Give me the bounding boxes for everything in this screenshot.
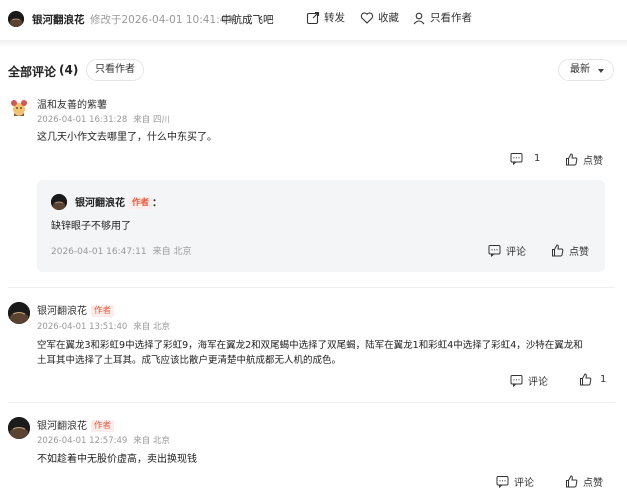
reply-text: 缺锌眼子不够用了 (51, 221, 131, 232)
comment-time: 2026-04-01 16:31:28 (37, 115, 128, 125)
post-modified-time: 修改于2026-04-01 10:41:49 (90, 14, 234, 26)
chevron-down-icon (598, 69, 604, 73)
comment-icon (496, 476, 509, 488)
comment-meta: 2026-04-01 12:57:49 来自 北京 (37, 434, 170, 446)
comment-meta: 2026-04-01 16:31:28 来自 四川 (37, 113, 170, 125)
comment-icon (510, 153, 523, 165)
comment-username[interactable]: 银河翻浪花 作者 (37, 302, 115, 317)
author-only-label: 只看作者 (430, 12, 472, 24)
comment-username-text: 银河翻浪花 (37, 306, 87, 317)
like-label: 点赞 (583, 156, 603, 167)
comment-username-text: 银河翻浪花 (37, 421, 87, 432)
forum-name[interactable]: 中航成飞吧 (221, 12, 274, 27)
comment-text-line: 土耳其中选择了土耳其。成飞应该比散户更清楚中航成都无人机的成色。 (37, 355, 342, 366)
comment-button[interactable]: 评论 (510, 373, 548, 388)
thumb-up-icon (580, 373, 592, 386)
reply-like-label: 点赞 (569, 247, 589, 258)
reply-location: 来自 北京 (152, 247, 192, 257)
comment-text: 空军在翼龙3和彩虹9中选择了彩虹9，海军在翼龙2和双尾蝎中选择了双尾蝎，陆军在翼… (37, 338, 617, 368)
reply-username[interactable]: 银河翻浪花 作者： (75, 194, 162, 209)
reply-count-button[interactable]: 1 (510, 152, 540, 165)
comment-icon (510, 375, 523, 387)
comment-icon (488, 245, 501, 257)
comment-location: 来自 四川 (133, 115, 170, 125)
comment-time: 2026-04-01 13:51:40 (37, 322, 128, 332)
comments-count: (4) (59, 63, 79, 77)
thumb-up-icon (552, 244, 564, 257)
like-count: 1 (600, 374, 607, 385)
thumb-up-icon (566, 475, 578, 488)
like-button[interactable]: 点赞 (565, 152, 603, 167)
reply-like-button[interactable]: 点赞 (551, 243, 589, 258)
share-button[interactable]: 转发 (306, 10, 345, 25)
author-tag: 作者 (91, 420, 115, 432)
sort-dropdown[interactable]: 最新 (558, 59, 614, 81)
reply-username-text: 银河翻浪花 (75, 198, 125, 209)
comment-label: 评论 (514, 478, 534, 489)
thumb-up-icon (566, 153, 578, 166)
favorite-label: 收藏 (378, 12, 399, 24)
divider (8, 287, 615, 288)
share-label: 转发 (324, 12, 345, 24)
like-button[interactable]: 1 (579, 373, 606, 386)
avatar[interactable] (8, 302, 30, 324)
comment-text: 这几天小作文去哪里了，什么中东买了。 (37, 132, 217, 143)
reply-colon: ： (152, 198, 163, 209)
comment-location: 来自 北京 (133, 436, 170, 446)
comment-meta: 2026-04-01 13:51:40 来自 北京 (37, 320, 170, 332)
comment-location: 来自 北京 (133, 322, 170, 332)
comment-time: 2026-04-01 12:57:49 (37, 436, 128, 446)
comment-label: 评论 (528, 377, 548, 388)
reply-comment-button[interactable]: 评论 (488, 243, 526, 258)
comment-username[interactable]: 温和友善的紫薯 (37, 96, 107, 111)
comment-text: 不如趁着中无股价虚高，卖出换现钱 (37, 454, 197, 465)
heart-icon (360, 11, 374, 24)
author-only-toggle[interactable]: 只看作者 (412, 10, 472, 25)
author-tag: 作者 (91, 305, 115, 317)
divider (8, 402, 615, 403)
post-author-name[interactable]: 银河翻浪花 (32, 12, 85, 27)
comments-author-only-button[interactable]: 只看作者 (86, 59, 144, 81)
favorite-button[interactable]: 收藏 (360, 10, 399, 25)
like-button[interactable]: 点赞 (565, 474, 603, 489)
avatar[interactable] (8, 97, 30, 119)
comments-header: 全部评论 (4) 只看作者 最新 (0, 52, 627, 86)
reply-count: 1 (534, 153, 541, 164)
reply-box: 银河翻浪花 作者： 缺锌眼子不够用了 2026-04-01 16:47:11 来自 … (37, 180, 605, 272)
reply-comment-label: 评论 (506, 247, 526, 258)
top-bar-shadow (0, 40, 627, 48)
comment-username[interactable]: 银河翻浪花 作者 (37, 417, 115, 432)
reply-time: 2026-04-01 16:47:11 (51, 247, 147, 257)
like-label: 点赞 (583, 478, 603, 489)
reply-meta: 2026-04-01 16:47:11 来自 北京 (51, 244, 191, 257)
sort-label: 最新 (570, 64, 590, 75)
author-avatar[interactable] (8, 11, 24, 27)
avatar[interactable] (8, 417, 30, 439)
share-icon (306, 11, 320, 24)
reply-avatar[interactable] (51, 194, 67, 210)
comments-title: 全部评论 (8, 65, 57, 79)
person-icon (413, 12, 425, 24)
comment-button[interactable]: 评论 (496, 474, 534, 489)
comment-text-line: 空军在翼龙3和彩虹9中选择了彩虹9，海军在翼龙2和双尾蝎中选择了双尾蝎，陆军在翼… (37, 340, 583, 351)
author-tag: 作者 (129, 197, 153, 209)
top-bar: 银河翻浪花 修改于2026-04-01 10:41:49 中航成飞吧 转发 收藏… (0, 0, 627, 40)
